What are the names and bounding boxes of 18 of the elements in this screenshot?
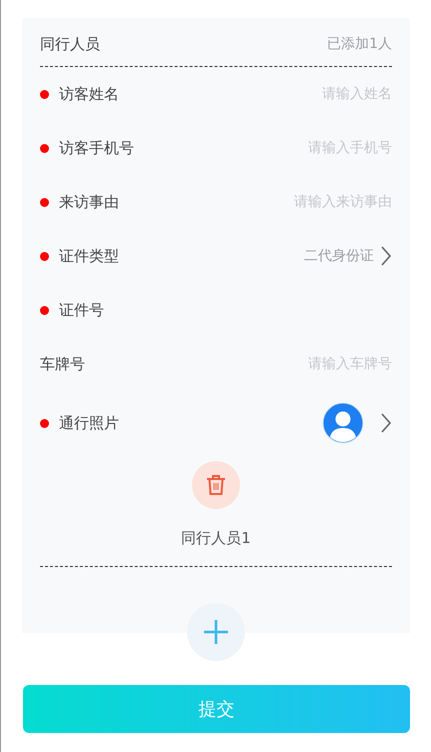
field-label: 车牌号 <box>40 354 85 374</box>
avatar-icon[interactable] <box>322 402 364 444</box>
companions-count: 已添加1人 <box>327 35 392 53</box>
plus-icon <box>203 619 229 645</box>
field-label: 证件号 <box>59 300 104 320</box>
field-label: 访客手机号 <box>59 138 134 158</box>
field-label: 来访事由 <box>59 192 119 212</box>
field-label: 访客姓名 <box>59 84 119 104</box>
delete-button[interactable] <box>192 461 240 509</box>
submit-button[interactable]: 提交 <box>23 685 410 733</box>
field-label: 通行照片 <box>59 414 119 432</box>
field-label: 证件类型 <box>59 246 119 266</box>
companion-title: 同行人员1 <box>181 529 251 548</box>
companions-label: 同行人员 <box>40 34 100 54</box>
chevron-right-icon <box>380 412 392 434</box>
chevron-right-icon <box>380 245 392 267</box>
trash-icon <box>206 474 226 496</box>
select-value[interactable]: 二代身份证 <box>304 247 374 265</box>
